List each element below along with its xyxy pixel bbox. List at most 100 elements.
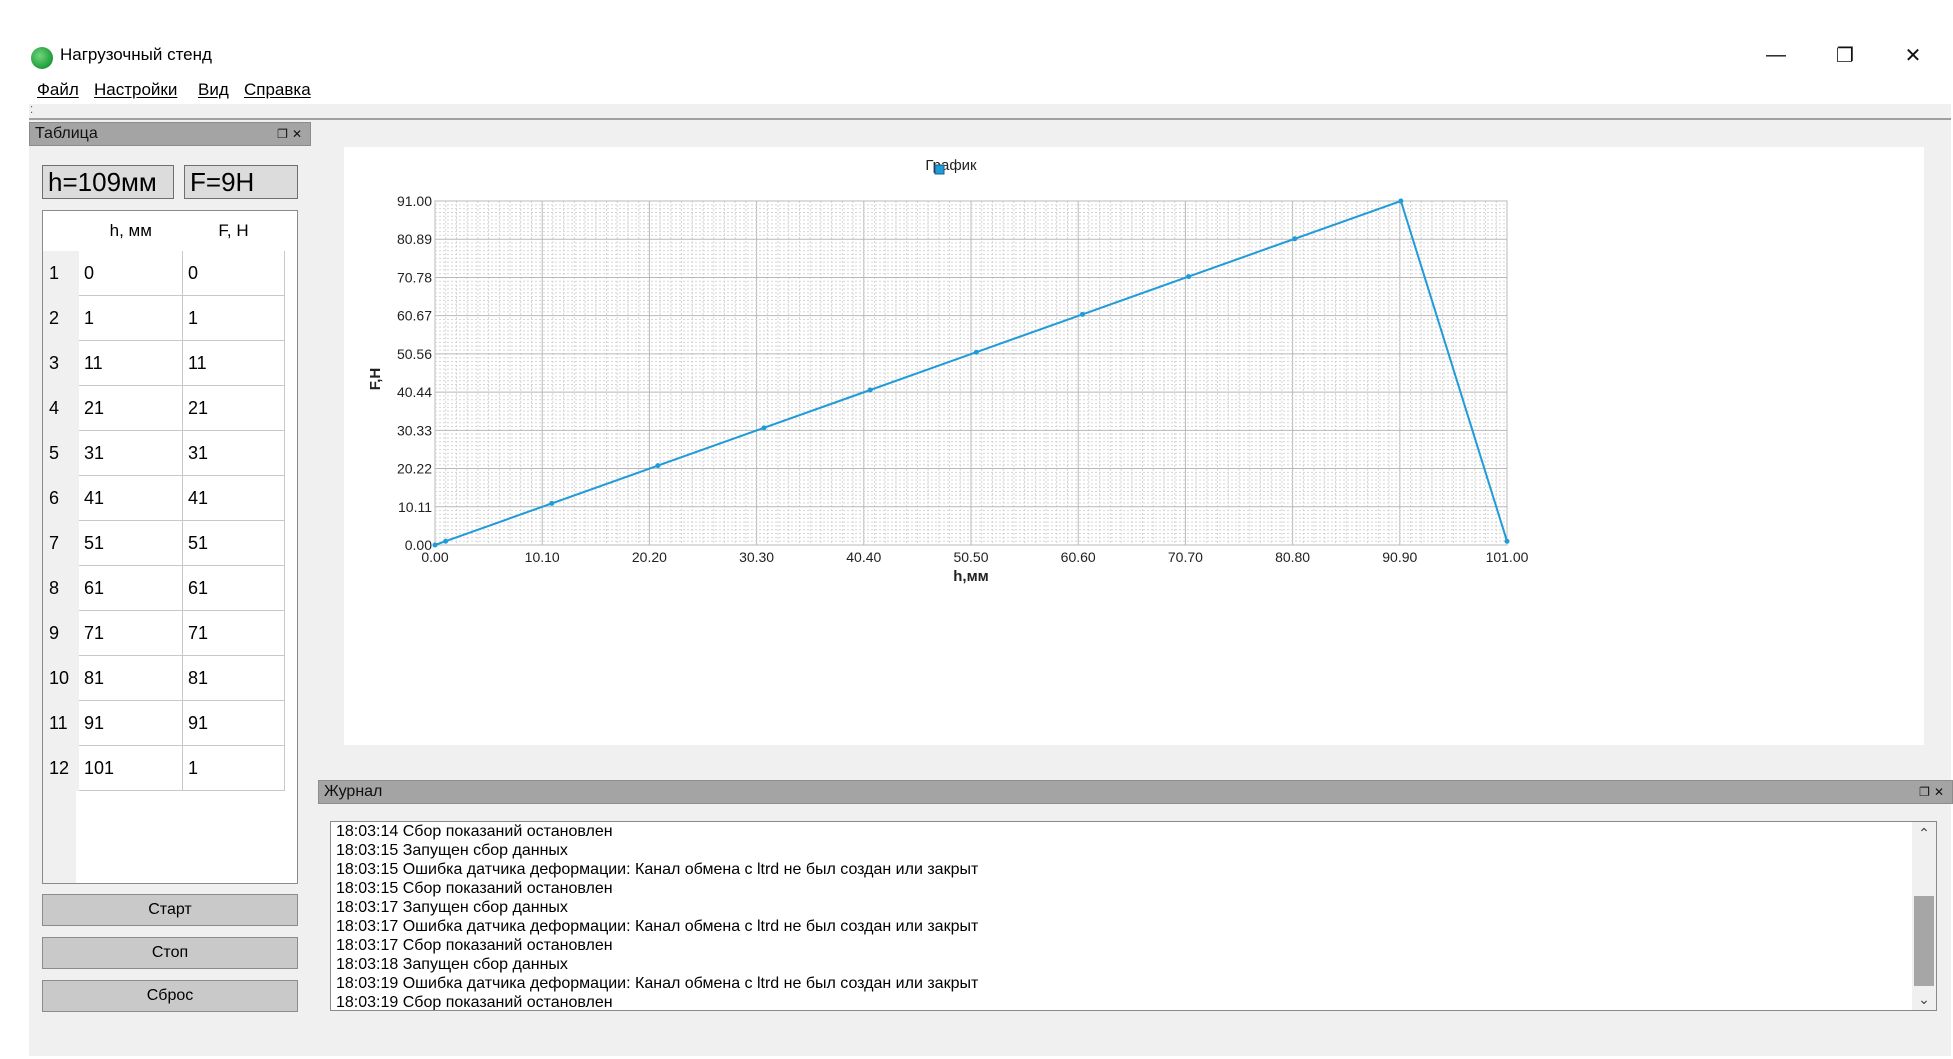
journal-log[interactable]: 18:03:14 Сбор показаний остановлен 18:03:…	[330, 821, 1937, 1011]
row-number[interactable]: 3	[43, 340, 79, 386]
cell-f[interactable]: 31	[182, 430, 285, 476]
cell-f[interactable]: 51	[182, 520, 285, 566]
cell-h[interactable]: 81	[79, 655, 183, 701]
scroll-up-icon[interactable]: ⌃	[1912, 822, 1936, 844]
y-tick-label: 20.22	[397, 461, 432, 477]
data-point	[549, 500, 555, 506]
table-row[interactable]: 211	[43, 295, 285, 341]
journal-scrollbar[interactable]: ⌃ ⌄	[1912, 822, 1936, 1010]
table-row[interactable]: 11 91 91	[43, 700, 285, 746]
table-dock-title-text: Таблица	[35, 125, 98, 142]
table-row[interactable]: 8 61 61	[43, 565, 285, 611]
journal-line: 18:03:15 Ошибка датчика деформации: Кана…	[336, 861, 979, 878]
row-number[interactable]: 6	[43, 475, 79, 521]
x-tick-label: 101.00	[1486, 549, 1529, 565]
row-number[interactable]: 5	[43, 430, 79, 476]
data-point	[1292, 236, 1298, 242]
minimize-button[interactable]: —	[1756, 40, 1796, 70]
chart-panel: 0.00 10.10 20.20 30.30 40.40 50.50 60.60 70.70 8…	[344, 147, 1924, 745]
x-tick-label: 90.90	[1382, 549, 1417, 565]
row-number[interactable]: 2	[43, 295, 79, 341]
cell-f[interactable]: 81	[182, 655, 285, 701]
menu-settings[interactable]: Настройки	[94, 80, 177, 100]
toolbar-divider	[29, 118, 1951, 120]
start-button[interactable]: Старт	[42, 894, 298, 926]
table-row[interactable]: 100	[43, 251, 285, 296]
row-number[interactable]: 9	[43, 610, 79, 656]
row-number[interactable]: 8	[43, 565, 79, 611]
close-icon[interactable]: ✕	[1934, 785, 1948, 799]
reset-button[interactable]: Сброс	[42, 980, 298, 1012]
cell-h[interactable]: 31	[79, 430, 183, 476]
table-row[interactable]: 6 41 41	[43, 475, 285, 521]
cell-f[interactable]: 21	[182, 385, 285, 431]
cell-f[interactable]: 91	[182, 700, 285, 746]
journal-line: 18:03:17 Сбор показаний остановлен	[336, 937, 613, 954]
journal-line: 18:03:18 Запущен сбор данных	[336, 956, 568, 973]
cell-f[interactable]: 11	[182, 340, 285, 386]
cell-f[interactable]: 71	[182, 610, 285, 656]
data-point	[867, 387, 873, 393]
close-window-button[interactable]: ✕	[1893, 40, 1933, 70]
row-number[interactable]: 10	[43, 655, 79, 701]
cell-f[interactable]: 1	[182, 295, 285, 341]
table-row[interactable]: 9 71 71	[43, 610, 285, 656]
y-tick-label: 0.00	[405, 537, 432, 553]
cell-h[interactable]: 41	[79, 475, 183, 521]
corner-cell[interactable]	[43, 211, 79, 251]
scroll-thumb[interactable]	[1914, 896, 1934, 986]
scroll-down-icon[interactable]: ⌄	[1912, 988, 1936, 1010]
force-readout: F=9Н	[184, 165, 298, 199]
cell-h[interactable]: 0	[79, 251, 183, 296]
cell-f[interactable]: 61	[182, 565, 285, 611]
cell-h[interactable]: 21	[79, 385, 183, 431]
cell-h[interactable]: 61	[79, 565, 183, 611]
y-tick-label: 70.78	[397, 269, 432, 285]
data-point	[443, 538, 449, 544]
cell-h[interactable]: 91	[79, 700, 183, 746]
row-number[interactable]: 12	[43, 745, 79, 791]
cell-h[interactable]: 11	[79, 340, 183, 386]
x-tick-label: 10.10	[525, 549, 560, 565]
float-icon[interactable]: ❐	[1919, 785, 1934, 799]
cell-h[interactable]: 1	[79, 295, 183, 341]
table-dock-title[interactable]: Таблица ❐✕	[29, 122, 311, 146]
table-row[interactable]: 3 11 11	[43, 340, 285, 386]
maximize-button[interactable]: ❐	[1825, 40, 1865, 70]
cell-h[interactable]: 71	[79, 610, 183, 656]
menu-view[interactable]: Вид	[198, 80, 229, 100]
y-tick-label: 60.67	[397, 308, 432, 324]
row-number[interactable]: 4	[43, 385, 79, 431]
table-row[interactable]: 12 101 1	[43, 745, 285, 791]
x-tick-label: 50.50	[953, 549, 988, 565]
x-axis-label: h,мм	[953, 568, 989, 585]
table-row[interactable]: 10 81 81	[43, 655, 285, 701]
column-header-h[interactable]: h, мм	[79, 211, 183, 251]
column-header-f[interactable]: F, Н	[182, 211, 285, 251]
data-point	[1079, 311, 1085, 317]
table-row[interactable]: 7 51 51	[43, 520, 285, 566]
cell-h[interactable]: 101	[79, 745, 183, 791]
data-table[interactable]: h, мм F, Н 1 0 0 2 1 1 3 11 11 4 21 21 5 31 31 6 41 41 7 51…	[42, 210, 298, 884]
menu-file[interactable]: Файл	[37, 80, 79, 100]
row-number[interactable]: 11	[43, 700, 79, 746]
cell-h[interactable]: 51	[79, 520, 183, 566]
cell-f[interactable]: 0	[182, 251, 285, 296]
journal-line: 18:03:14 Сбор показаний остановлен	[336, 823, 613, 840]
table-row[interactable]: 5 31 31	[43, 430, 285, 476]
journal-line: 18:03:15 Сбор показаний остановлен	[336, 880, 613, 897]
table-row[interactable]: 4 21 21	[43, 385, 285, 431]
close-icon[interactable]: ✕	[292, 127, 306, 141]
cell-f[interactable]: 41	[182, 475, 285, 521]
stop-button[interactable]: Стоп	[42, 937, 298, 969]
menu-help[interactable]: Справка	[244, 80, 311, 100]
float-icon[interactable]: ❐	[277, 127, 292, 141]
cell-f[interactable]: 1	[182, 745, 285, 791]
row-number[interactable]: 7	[43, 520, 79, 566]
x-tick-label: 60.60	[1061, 549, 1096, 565]
journal-dock-title[interactable]: Журнал ❐✕	[318, 780, 1953, 804]
row-number[interactable]: 1	[43, 251, 79, 296]
chart-title: График	[925, 157, 977, 174]
toolbar-grip-handle[interactable]: ⁚	[30, 105, 33, 116]
app-logo-icon	[31, 47, 53, 69]
